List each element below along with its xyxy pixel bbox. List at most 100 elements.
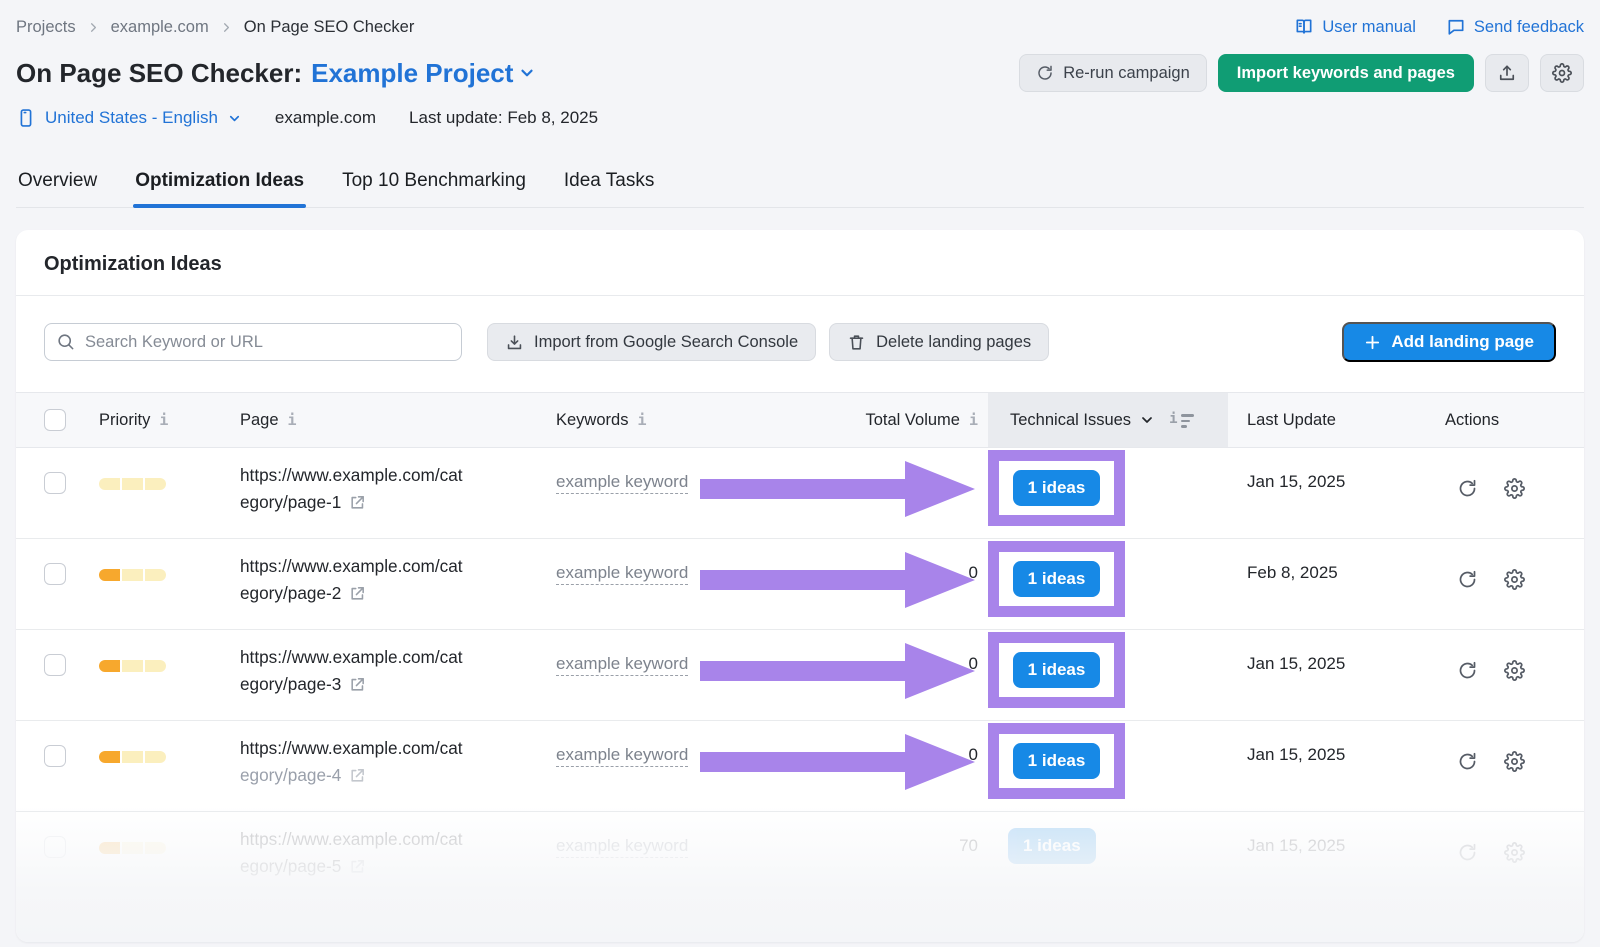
refresh-row-icon[interactable] bbox=[1457, 569, 1478, 590]
column-keywords[interactable]: Keywordsi bbox=[524, 393, 740, 447]
info-icon[interactable]: i bbox=[637, 411, 646, 429]
select-all-checkbox[interactable] bbox=[44, 409, 66, 431]
last-update-value: Jan 15, 2025 bbox=[1228, 812, 1413, 903]
row-checkbox[interactable] bbox=[44, 745, 66, 767]
table-row: https://www.example.com/cat egory/page-2… bbox=[16, 539, 1584, 630]
chevron-down-icon bbox=[227, 111, 242, 126]
page-url-line2[interactable]: egory/page-4 bbox=[240, 762, 341, 789]
send-feedback-link[interactable]: Send feedback bbox=[1446, 17, 1584, 37]
external-link-icon[interactable] bbox=[349, 767, 366, 784]
locale-selector[interactable]: United States - English bbox=[16, 108, 242, 128]
gear-row-icon[interactable] bbox=[1504, 478, 1525, 499]
total-volume-value: 70 bbox=[740, 812, 988, 903]
optimization-ideas-card: Optimization Ideas Import from Google Se… bbox=[16, 230, 1584, 942]
info-icon[interactable]: i bbox=[288, 411, 297, 429]
page-url-line2-wrap: egory/page-2 bbox=[240, 580, 524, 607]
column-page[interactable]: Pagei bbox=[224, 393, 524, 447]
settings-button[interactable] bbox=[1540, 54, 1584, 92]
page-url-line2[interactable]: egory/page-1 bbox=[240, 489, 341, 516]
page-url-line1[interactable]: https://www.example.com/cat bbox=[240, 826, 524, 853]
ideas-button[interactable]: 1 ideas bbox=[1013, 561, 1101, 597]
device-icon bbox=[16, 108, 36, 128]
technical-issues-cell: 1 ideas bbox=[988, 721, 1228, 811]
gear-row-icon[interactable] bbox=[1504, 660, 1525, 681]
export-icon bbox=[1497, 63, 1517, 83]
external-link-icon[interactable] bbox=[349, 676, 366, 693]
add-landing-page-button[interactable]: Add landing page bbox=[1342, 322, 1556, 362]
priority-bar bbox=[99, 478, 224, 490]
ideas-button[interactable]: 1 ideas bbox=[1013, 743, 1101, 779]
page-title-text: On Page SEO Checker: bbox=[16, 58, 302, 89]
tab-idea-tasks[interactable]: Idea Tasks bbox=[562, 162, 656, 207]
refresh-row-icon[interactable] bbox=[1457, 842, 1478, 863]
technical-issues-cell: 1 ideas bbox=[988, 812, 1228, 903]
page-url-line1[interactable]: https://www.example.com/cat bbox=[240, 462, 524, 489]
download-icon bbox=[505, 333, 524, 352]
page-header: Projects example.com On Page SEO Checker… bbox=[0, 0, 1600, 208]
import-gsc-button[interactable]: Import from Google Search Console bbox=[487, 323, 816, 361]
rerun-campaign-button[interactable]: Re-run campaign bbox=[1019, 54, 1207, 92]
rerun-label: Re-run campaign bbox=[1063, 64, 1190, 83]
row-checkbox[interactable] bbox=[44, 472, 66, 494]
gear-row-icon[interactable] bbox=[1504, 751, 1525, 772]
ideas-button[interactable]: 1 ideas bbox=[1008, 828, 1096, 864]
page-url-line1[interactable]: https://www.example.com/cat bbox=[240, 735, 524, 762]
keyword-link[interactable]: example keyword bbox=[556, 745, 688, 767]
last-update-value: Feb 8, 2025 bbox=[1228, 539, 1413, 629]
ideas-button[interactable]: 1 ideas bbox=[1013, 652, 1101, 688]
breadcrumb-domain[interactable]: example.com bbox=[111, 18, 209, 37]
last-update-text: Last update: Feb 8, 2025 bbox=[409, 108, 598, 128]
page-url: https://www.example.com/cat egory/page-4 bbox=[224, 721, 524, 811]
import-gsc-label: Import from Google Search Console bbox=[534, 333, 798, 352]
refresh-row-icon[interactable] bbox=[1457, 660, 1478, 681]
search-box bbox=[44, 323, 462, 361]
column-priority[interactable]: Priorityi bbox=[84, 393, 224, 447]
page-url-line2[interactable]: egory/page-3 bbox=[240, 671, 341, 698]
total-volume-value bbox=[740, 448, 988, 538]
project-name: Example Project bbox=[311, 58, 513, 89]
tab-overview[interactable]: Overview bbox=[16, 162, 99, 207]
export-button[interactable] bbox=[1485, 54, 1529, 92]
highlight-frame: 1 ideas bbox=[988, 450, 1125, 526]
keyword-link[interactable]: example keyword bbox=[556, 836, 688, 858]
refresh-row-icon[interactable] bbox=[1457, 751, 1478, 772]
refresh-row-icon[interactable] bbox=[1457, 478, 1478, 499]
row-checkbox[interactable] bbox=[44, 654, 66, 676]
project-selector[interactable]: Example Project bbox=[311, 58, 536, 89]
column-total-volume[interactable]: Total Volumei bbox=[740, 393, 988, 447]
external-link-icon[interactable] bbox=[349, 858, 366, 875]
gear-row-icon[interactable] bbox=[1504, 842, 1525, 863]
keyword-link[interactable]: example keyword bbox=[556, 472, 688, 494]
sort-icon: i bbox=[1169, 412, 1193, 428]
page-url-line2[interactable]: egory/page-5 bbox=[240, 853, 341, 880]
row-checkbox[interactable] bbox=[44, 836, 66, 858]
delete-landing-pages-button[interactable]: Delete landing pages bbox=[829, 323, 1049, 361]
breadcrumb-projects[interactable]: Projects bbox=[16, 18, 76, 37]
keyword-link[interactable]: example keyword bbox=[556, 563, 688, 585]
gear-row-icon[interactable] bbox=[1504, 569, 1525, 590]
keyword-link[interactable]: example keyword bbox=[556, 654, 688, 676]
row-checkbox[interactable] bbox=[44, 563, 66, 585]
search-input[interactable] bbox=[44, 323, 462, 361]
last-update-value: Jan 15, 2025 bbox=[1228, 448, 1413, 538]
user-manual-link[interactable]: User manual bbox=[1294, 17, 1416, 37]
import-keywords-button[interactable]: Import keywords and pages bbox=[1218, 54, 1474, 92]
external-link-icon[interactable] bbox=[349, 494, 366, 511]
column-technical-issues[interactable]: Technical Issues i bbox=[988, 393, 1228, 447]
page-url-line1[interactable]: https://www.example.com/cat bbox=[240, 553, 524, 580]
info-icon[interactable]: i bbox=[969, 411, 978, 429]
total-volume-value: 0 bbox=[740, 721, 988, 811]
info-icon[interactable]: i bbox=[159, 411, 168, 429]
page-url-line1[interactable]: https://www.example.com/cat bbox=[240, 644, 524, 671]
trash-icon bbox=[847, 333, 866, 352]
external-link-icon[interactable] bbox=[349, 585, 366, 602]
ideas-button[interactable]: 1 ideas bbox=[1013, 470, 1101, 506]
column-last-update[interactable]: Last Update bbox=[1228, 393, 1413, 447]
page-url-line2[interactable]: egory/page-2 bbox=[240, 580, 341, 607]
tab-optimization-ideas[interactable]: Optimization Ideas bbox=[133, 162, 306, 207]
chevron-right-icon bbox=[86, 20, 101, 35]
highlight-frame: 1 ideas bbox=[988, 541, 1125, 617]
table-row: https://www.example.com/cat egory/page-1… bbox=[16, 448, 1584, 539]
page-url-line2-wrap: egory/page-5 bbox=[240, 853, 524, 880]
tab-top10-benchmarking[interactable]: Top 10 Benchmarking bbox=[340, 162, 528, 207]
